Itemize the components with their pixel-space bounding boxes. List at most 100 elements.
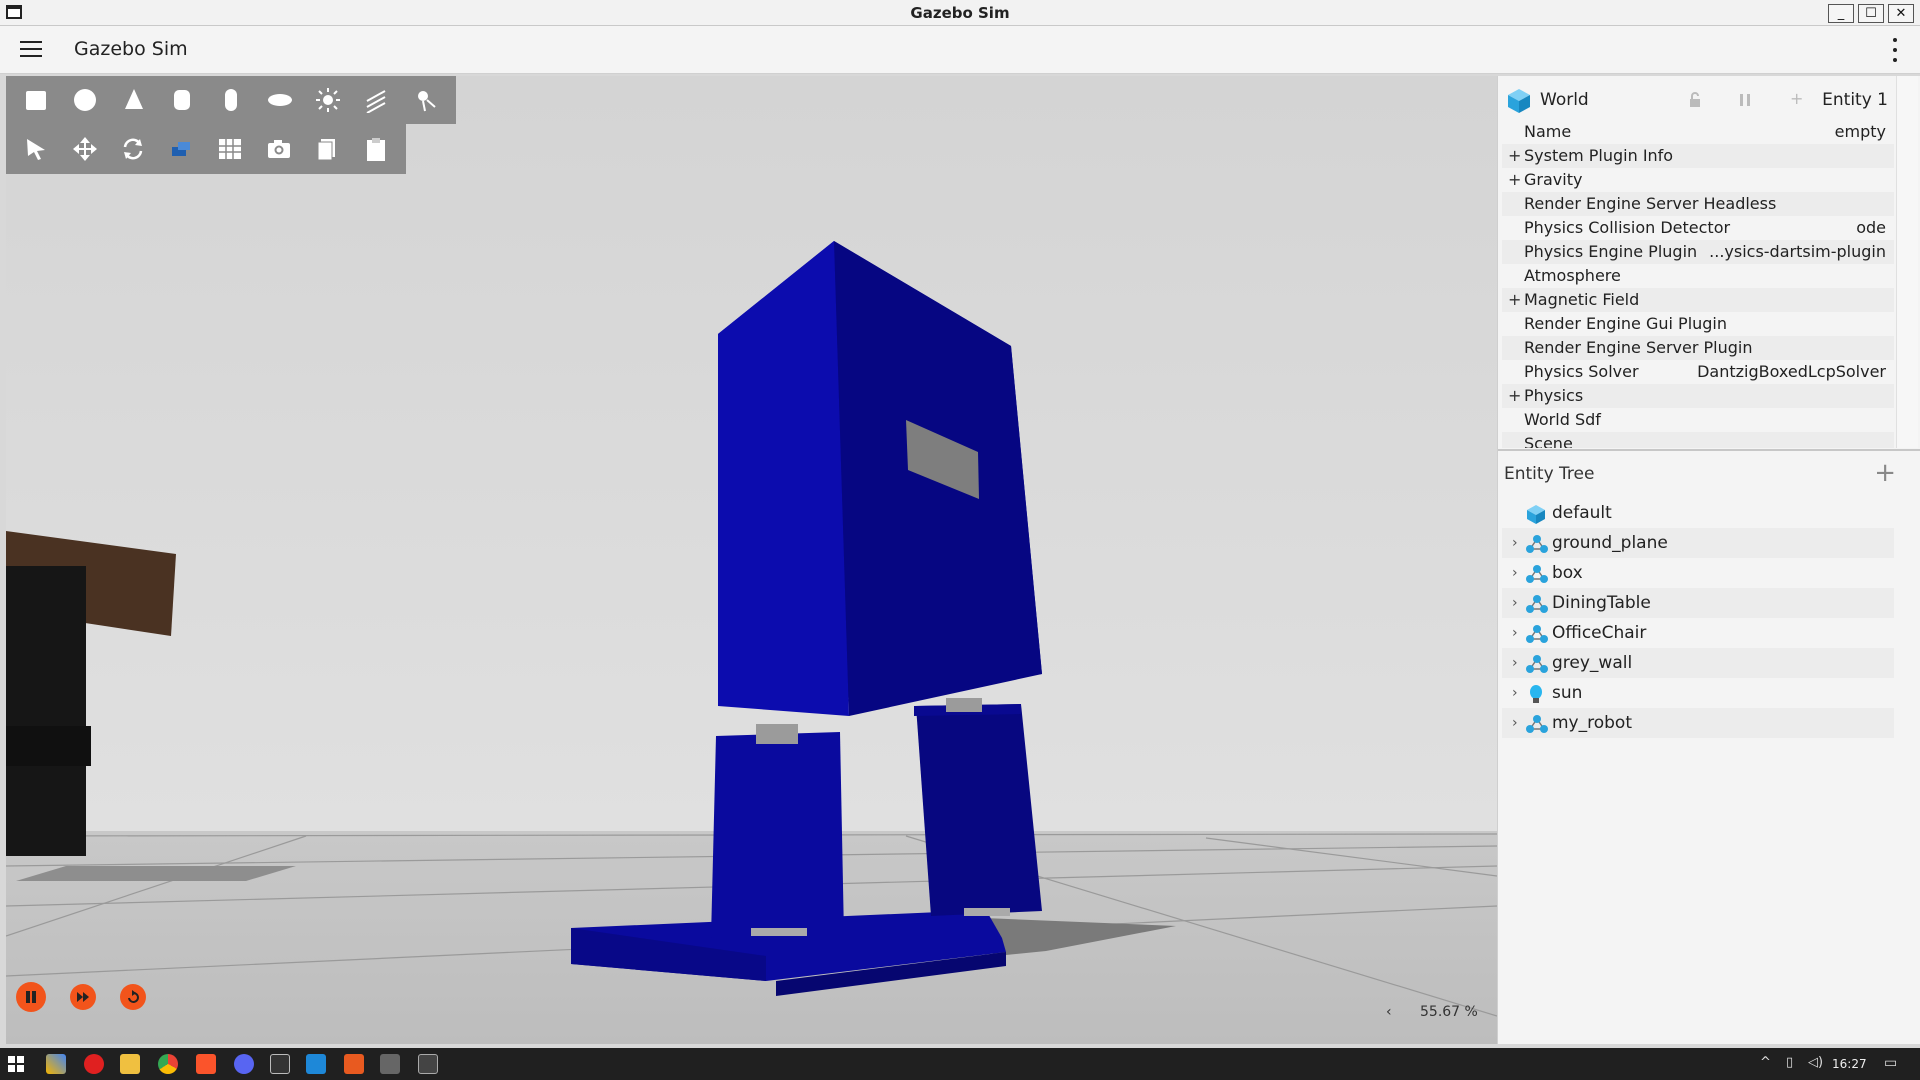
- entity-name: DiningTable: [1552, 593, 1651, 613]
- tray-chevron-icon[interactable]: ^: [1760, 1055, 1771, 1070]
- rtf-expand-arrow-icon[interactable]: ‹: [1386, 1004, 1392, 1020]
- paste-icon[interactable]: [352, 129, 401, 169]
- file-explorer-icon[interactable]: [120, 1054, 140, 1074]
- copy-icon[interactable]: [303, 129, 352, 169]
- add-entity-button[interactable]: +: [1874, 460, 1896, 486]
- model-icon: [1526, 624, 1548, 644]
- component-label: Name: [1524, 122, 1572, 141]
- sphere-tool-icon[interactable]: [61, 80, 110, 120]
- directional-light-tool-icon[interactable]: [353, 80, 402, 120]
- component-row[interactable]: + Physics: [1502, 384, 1894, 408]
- expand-plus-icon[interactable]: +: [1508, 384, 1521, 408]
- entity-tree-item[interactable]: default: [1502, 498, 1894, 528]
- entity-tree-item[interactable]: › ground_plane: [1502, 528, 1894, 558]
- entity-tree-title: Entity Tree: [1504, 464, 1595, 484]
- windows-start-icon[interactable]: [8, 1056, 24, 1072]
- component-row[interactable]: + System Plugin Info: [1502, 144, 1894, 168]
- expand-plus-icon[interactable]: +: [1508, 168, 1521, 192]
- reset-button[interactable]: [120, 984, 146, 1010]
- component-label: Render Engine Server Headless: [1524, 194, 1777, 213]
- model-icon: [1526, 564, 1548, 584]
- box-tool-icon[interactable]: [12, 80, 61, 120]
- view-angle-icon[interactable]: [158, 129, 207, 169]
- panel-splitter[interactable]: [1498, 449, 1920, 451]
- maximize-button[interactable]: ☐: [1858, 4, 1884, 23]
- component-label: Atmosphere: [1524, 266, 1621, 285]
- pause-button[interactable]: [16, 982, 46, 1012]
- chevron-right-icon[interactable]: ›: [1512, 558, 1518, 588]
- component-row[interactable]: + Magnetic Field: [1502, 288, 1894, 312]
- taskbar-app-icon-3[interactable]: [418, 1054, 438, 1074]
- expand-plus-icon[interactable]: +: [1508, 288, 1521, 312]
- light-icon: [1526, 684, 1548, 704]
- terminal-icon[interactable]: [270, 1054, 290, 1074]
- component-row: Physics Collision Detector ode: [1502, 216, 1894, 240]
- entity-name: ground_plane: [1552, 533, 1668, 553]
- component-label: Physics: [1524, 386, 1584, 405]
- chevron-right-icon[interactable]: ›: [1512, 528, 1518, 558]
- notification-icon[interactable]: ▭: [1884, 1055, 1897, 1071]
- component-label: Render Engine Server Plugin: [1524, 338, 1753, 357]
- component-label: Scene: [1524, 434, 1573, 448]
- chevron-right-icon[interactable]: ›: [1512, 618, 1518, 648]
- spot-light-tool-icon[interactable]: [401, 80, 450, 120]
- entity-type-label: World: [1540, 90, 1589, 110]
- brave-icon[interactable]: [196, 1054, 216, 1074]
- entity-tree-item[interactable]: › grey_wall: [1502, 648, 1894, 678]
- component-label: Gravity: [1524, 170, 1583, 189]
- chevron-right-icon[interactable]: ›: [1512, 708, 1518, 738]
- rotate-icon[interactable]: [109, 129, 158, 169]
- minimize-button[interactable]: _: [1828, 4, 1854, 23]
- screenshot-camera-icon[interactable]: [255, 129, 304, 169]
- select-arrow-icon[interactable]: [12, 129, 61, 169]
- kebab-menu-icon[interactable]: [1892, 38, 1898, 62]
- gazebo-taskbar-icon[interactable]: [380, 1054, 400, 1074]
- hamburger-menu-icon[interactable]: [20, 41, 42, 59]
- point-light-tool-icon[interactable]: [304, 80, 353, 120]
- world-icon: [1526, 504, 1548, 524]
- component-value: empty: [1834, 122, 1886, 141]
- grid-snap-icon[interactable]: [206, 129, 255, 169]
- os-taskbar: ^ ▯ ◁) 16:27 ▭: [0, 1048, 1920, 1080]
- cylinder-tool-icon[interactable]: [158, 80, 207, 120]
- component-value: ...ysics-dartsim-plugin: [1709, 242, 1886, 261]
- step-forward-button[interactable]: [70, 984, 96, 1010]
- entity-tree-item[interactable]: › my_robot: [1502, 708, 1894, 738]
- vscode-icon[interactable]: [306, 1054, 326, 1074]
- entity-tree-item[interactable]: › OfficeChair: [1502, 618, 1894, 648]
- chevron-right-icon[interactable]: ›: [1512, 648, 1518, 678]
- ellipsoid-tool-icon[interactable]: [255, 80, 304, 120]
- add-component-icon[interactable]: +: [1790, 89, 1803, 108]
- os-titlebar: Gazebo Sim _ ☐ ✕: [0, 0, 1920, 26]
- app-header: Gazebo Sim: [0, 26, 1920, 74]
- capsule-tool-icon[interactable]: [207, 80, 256, 120]
- translate-icon[interactable]: [61, 129, 110, 169]
- shape-toolbar: [6, 76, 456, 124]
- inspector-scrollbar[interactable]: [1896, 76, 1918, 448]
- chrome-icon[interactable]: [158, 1054, 178, 1074]
- cone-tool-icon[interactable]: [109, 80, 158, 120]
- model-icon: [1526, 654, 1548, 674]
- chevron-right-icon[interactable]: ›: [1512, 678, 1518, 708]
- app-title: Gazebo Sim: [74, 38, 188, 60]
- chevron-right-icon[interactable]: ›: [1512, 588, 1518, 618]
- scene-viewport[interactable]: [6, 76, 1497, 1044]
- right-panel: World + Entity 1 Name empty + System Plugin…: [1497, 76, 1920, 1044]
- expand-plus-icon[interactable]: +: [1508, 144, 1521, 168]
- youtube-icon[interactable]: [84, 1054, 104, 1074]
- entity-tree-item[interactable]: › DiningTable: [1502, 588, 1894, 618]
- discord-icon[interactable]: [234, 1054, 254, 1074]
- pause-updates-icon[interactable]: [1738, 92, 1752, 108]
- component-row: Render Engine Gui Plugin: [1502, 312, 1894, 336]
- entity-tree-item[interactable]: › box: [1502, 558, 1894, 588]
- taskbar-app-icon-2[interactable]: [344, 1054, 364, 1074]
- component-value: DantzigBoxedLcpSolver: [1697, 362, 1886, 381]
- volume-icon[interactable]: ◁): [1808, 1055, 1823, 1070]
- close-button[interactable]: ✕: [1888, 4, 1914, 23]
- model-icon: [1526, 594, 1548, 614]
- component-row[interactable]: + Gravity: [1502, 168, 1894, 192]
- world-cube-icon: [1508, 89, 1530, 113]
- entity-tree-item[interactable]: › sun: [1502, 678, 1894, 708]
- lock-icon[interactable]: [1688, 92, 1702, 108]
- taskbar-app-icon[interactable]: [46, 1054, 66, 1074]
